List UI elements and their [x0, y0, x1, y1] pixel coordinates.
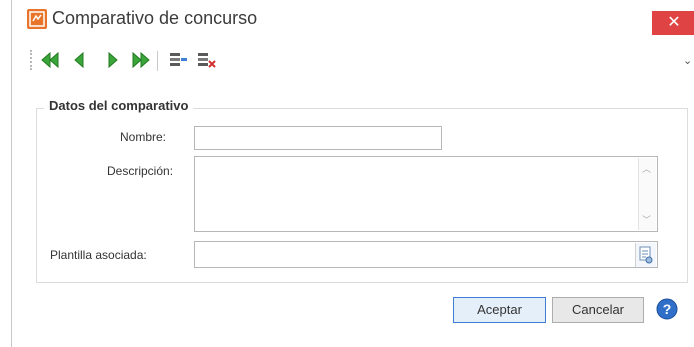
descripcion-scrollbar[interactable]: ︿ ﹀: [638, 158, 656, 230]
last-record-button[interactable]: [130, 49, 152, 71]
last-record-icon: [132, 51, 150, 69]
next-record-button[interactable]: [102, 49, 124, 71]
help-icon: ?: [656, 298, 678, 320]
nombre-label: Nombre:: [120, 130, 167, 144]
browse-template-button[interactable]: [635, 243, 656, 267]
descripcion-label: Descripción:: [107, 164, 174, 178]
toolbar: ⌄: [12, 44, 694, 78]
next-record-icon: [108, 51, 118, 69]
accept-button[interactable]: Aceptar: [453, 297, 546, 323]
plantilla-label: Plantilla asociada:: [50, 248, 147, 262]
window-title: Comparativo de concurso: [52, 8, 258, 28]
dialog-window: Comparativo de concurso ✕ ⌄ Datos del co…: [11, 0, 694, 347]
toolbar-overflow-chevron-icon[interactable]: ⌄: [683, 54, 692, 67]
group-title: Datos del comparativo: [44, 98, 194, 113]
previous-record-button[interactable]: [68, 49, 90, 71]
delete-properties-button[interactable]: [195, 49, 217, 71]
cancel-button[interactable]: Cancelar: [552, 297, 644, 323]
browse-template-icon: [639, 246, 653, 264]
first-record-icon: [41, 51, 59, 69]
toolbar-grip[interactable]: [30, 50, 34, 70]
svg-text:?: ?: [663, 301, 672, 317]
edit-properties-icon: [170, 53, 187, 66]
app-icon: [27, 9, 47, 29]
first-record-button[interactable]: [39, 49, 61, 71]
delete-properties-icon: [198, 53, 216, 68]
help-button[interactable]: ?: [655, 297, 679, 321]
scroll-down-icon[interactable]: ﹀: [642, 213, 651, 226]
close-button[interactable]: ✕: [652, 11, 694, 35]
nombre-input[interactable]: [194, 126, 442, 150]
edit-properties-button[interactable]: [167, 49, 189, 71]
toolbar-separator: [157, 51, 158, 71]
previous-record-icon: [74, 51, 84, 69]
descripcion-textarea[interactable]: ︿ ﹀: [194, 156, 658, 232]
plantilla-input[interactable]: [194, 241, 658, 268]
title-bar: Comparativo de concurso ✕: [12, 0, 694, 40]
scroll-up-icon[interactable]: ︿: [642, 162, 651, 175]
